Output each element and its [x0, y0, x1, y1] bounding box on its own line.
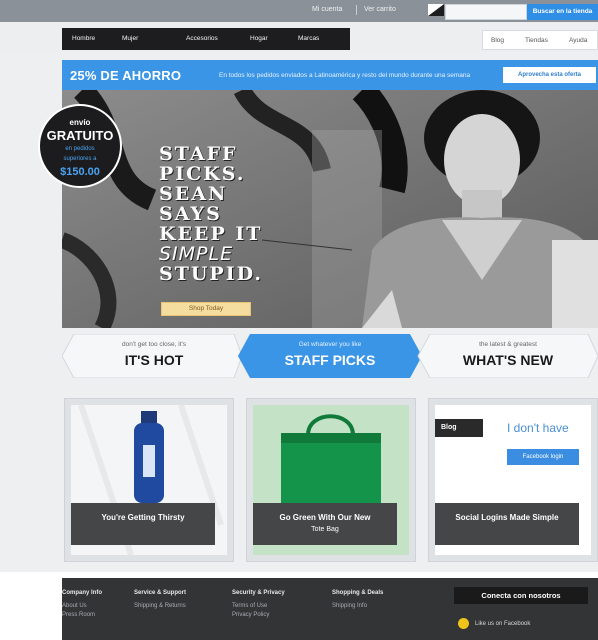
- hero-line: SEAN: [159, 183, 228, 205]
- card-caption: Social Logins Made Simple: [435, 503, 579, 545]
- badge-amount: $150.00: [60, 166, 100, 178]
- nav-item-accessories[interactable]: Accesorios: [186, 35, 218, 42]
- my-account-link[interactable]: Mi cuenta: [312, 6, 342, 13]
- footer-column-shopping: Shopping & Deals Shipping Info: [332, 590, 383, 612]
- facebook-label: Like us on Facebook: [475, 621, 531, 628]
- card-caption: Go Green With Our New Tote Bag: [253, 503, 397, 545]
- search-input[interactable]: [445, 4, 527, 20]
- hero-banner[interactable]: STAFF PICKS. SEAN SAYS KEEP IT SIMPLE ST…: [62, 90, 598, 328]
- secondary-navigation: Blog Tiendas Ayuda: [482, 30, 598, 50]
- card-caption: You're Getting Thirsty: [71, 503, 215, 545]
- divider: [356, 5, 357, 15]
- footer-heading: Service & Support: [134, 590, 187, 596]
- hero-photo: [62, 90, 598, 328]
- footer-link[interactable]: About Us: [62, 603, 102, 609]
- nav-item-brands[interactable]: Marcas: [298, 35, 319, 42]
- tab-label: IT'S HOT: [124, 352, 184, 368]
- tab-label: STAFF PICKS: [284, 352, 376, 368]
- footer-heading: Shopping & Deals: [332, 590, 384, 596]
- footer-heading: Company Info: [62, 590, 102, 596]
- footer-link[interactable]: Terms of Use: [232, 603, 285, 609]
- hero-line: SAYS: [159, 203, 222, 225]
- facebook-login-button[interactable]: Facebook login: [507, 449, 579, 465]
- free-shipping-badge: envío GRATUITO en pedidos superiores a $…: [38, 104, 122, 188]
- shop-today-button[interactable]: Shop Today: [161, 302, 251, 316]
- hero-line: STUPID.: [159, 263, 264, 285]
- badge-line: envío: [69, 118, 91, 127]
- hero-script-word: SIMPLE: [159, 243, 234, 265]
- feature-card-tote[interactable]: Go Green With Our New Tote Bag: [246, 398, 416, 562]
- footer-column-security: Security & Privacy Terms of Use Privacy …: [232, 590, 285, 621]
- flag-icon[interactable]: [428, 4, 444, 16]
- card-subtitle: Tote Bag: [311, 526, 339, 533]
- promo-text: En todos los pedidos enviados a Latinoam…: [219, 72, 471, 79]
- subnav-item-blog[interactable]: Blog: [491, 37, 504, 44]
- footer-column-company: Company Info About Us Press Room: [62, 590, 102, 621]
- feature-card-social[interactable]: Blog I don't have Facebook login Social …: [428, 398, 598, 562]
- subnav-item-stores[interactable]: Tiendas: [525, 37, 548, 44]
- tab-sub: Get whatever you like: [298, 341, 362, 348]
- card-title: Go Green With Our New: [279, 513, 371, 522]
- hero-line: STAFF: [159, 143, 238, 165]
- promo-button[interactable]: Aprovecha esta oferta: [503, 67, 596, 83]
- nav-area: Hombre Mujer Accesorios Hogar Marcas Blo…: [0, 22, 598, 52]
- footer-column-service: Service & Support Shipping & Returns: [134, 590, 186, 612]
- footer-link[interactable]: Press Room: [62, 612, 102, 618]
- tab-sub: the latest & greatest: [479, 341, 537, 348]
- site-footer: Company Info About Us Press Room Service…: [62, 578, 598, 640]
- nav-item-women[interactable]: Mujer: [122, 35, 138, 42]
- footer-link[interactable]: Shipping & Returns: [134, 603, 186, 609]
- subnav-item-help[interactable]: Ayuda: [569, 37, 587, 44]
- nav-item-home[interactable]: Hogar: [250, 35, 268, 42]
- top-utility-bar: Mi cuenta Ver carrito Buscar en la tiend…: [0, 0, 598, 22]
- card-title: Social Logins Made Simple: [455, 513, 559, 522]
- footer-heading: Security & Privacy: [232, 590, 285, 596]
- footer-link[interactable]: Shipping Info: [332, 603, 383, 609]
- badge-line: superiores a: [63, 156, 97, 162]
- feature-card-bottle[interactable]: You're Getting Thirsty: [64, 398, 234, 562]
- hero-line: KEEP IT: [159, 223, 263, 245]
- card-title: You're Getting Thirsty: [101, 513, 185, 522]
- feature-tabs: don't get too close, it's IT'S HOT Get w…: [62, 334, 598, 378]
- badge-title: GRATUITO: [46, 128, 114, 143]
- main-navigation: Hombre Mujer Accesorios Hogar Marcas: [62, 28, 350, 50]
- hero-line: PICKS.: [159, 163, 246, 185]
- facebook-like-link[interactable]: Like us on Facebook: [458, 618, 530, 629]
- tab-its-hot[interactable]: don't get too close, it's IT'S HOT: [70, 334, 238, 378]
- promo-title: 25% DE AHORRO: [70, 68, 182, 83]
- view-cart-link[interactable]: Ver carrito: [364, 6, 396, 13]
- promo-banner: 25% DE AHORRO En todos los pedidos envia…: [62, 60, 598, 90]
- search-button[interactable]: Buscar en la tienda: [527, 4, 598, 20]
- footer-link[interactable]: Privacy Policy: [232, 612, 285, 618]
- tab-sub: don't get too close, it's: [122, 341, 186, 348]
- tab-label: WHAT'S NEW: [462, 352, 554, 368]
- connect-heading: Conecta con nosotros: [454, 587, 588, 604]
- nav-item-men[interactable]: Hombre: [72, 35, 95, 42]
- blog-headline: I don't have: [507, 421, 569, 435]
- blog-tag: Blog: [435, 419, 483, 437]
- tab-whats-new[interactable]: the latest & greatest WHAT'S NEW: [424, 334, 592, 378]
- tab-staff-picks[interactable]: Get whatever you like STAFF PICKS: [246, 334, 414, 378]
- badge-line: en pedidos: [65, 146, 95, 152]
- hero-headline: STAFF PICKS. SEAN SAYS KEEP IT SIMPLE ST…: [159, 144, 263, 284]
- facebook-icon: [458, 618, 469, 629]
